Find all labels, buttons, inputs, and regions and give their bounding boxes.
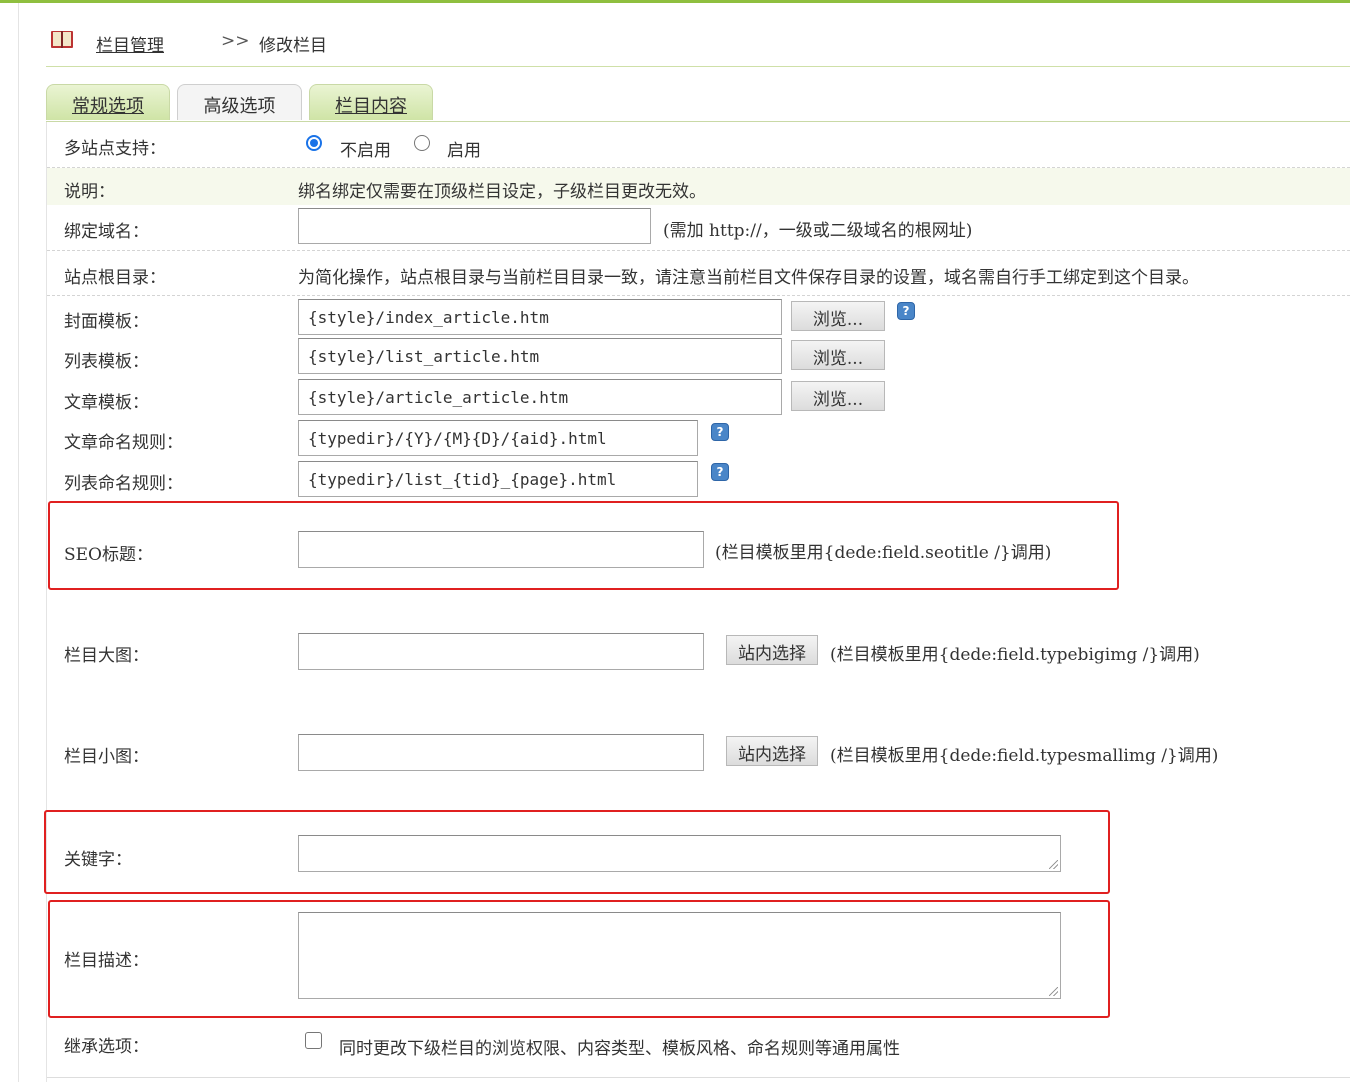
- form-left-border: [46, 122, 47, 1082]
- list-naming-label: 列表命名规则：: [64, 474, 183, 494]
- form-bottom-border: [47, 1077, 1350, 1078]
- big-image-label: 栏目大图：: [64, 646, 149, 666]
- index-template-browse-button[interactable]: 浏览...: [791, 301, 885, 331]
- root-dir-label: 站点根目录：: [64, 268, 166, 288]
- tab-general[interactable]: 常规选项: [46, 84, 170, 120]
- root-dir-text: 为简化操作，站点根目录与当前栏目目录一致，请注意当前栏目文件保存目录的设置，域名…: [298, 268, 1199, 288]
- highlight-box-seo-title: [48, 501, 1119, 590]
- highlight-box-keywords: [44, 810, 1110, 894]
- inherit-text: 同时更改下级栏目的浏览权限、内容类型、模板风格、命名规则等通用属性: [339, 1039, 900, 1059]
- help-icon[interactable]: ?: [711, 463, 729, 481]
- row-divider: [47, 250, 1350, 251]
- tab-advanced[interactable]: 高级选项: [177, 84, 302, 120]
- index-template-input[interactable]: {style}/index_article.htm: [298, 299, 782, 335]
- left-divider: [18, 3, 19, 1082]
- small-image-input[interactable]: [298, 734, 704, 771]
- big-image-input[interactable]: [298, 633, 704, 670]
- list-naming-input[interactable]: {typedir}/list_{tid}_{page}.html: [298, 461, 698, 497]
- help-icon[interactable]: ?: [711, 423, 729, 441]
- small-image-select-button[interactable]: 站内选择: [726, 736, 818, 766]
- breadcrumb: 栏目管理 >> 修改栏目: [50, 26, 1350, 60]
- note-text: 绑名绑定仅需要在顶级栏目设定，子级栏目更改无效。: [298, 182, 706, 202]
- breadcrumb-separator: >>: [221, 31, 250, 51]
- note-label: 说明：: [64, 182, 115, 202]
- multisite-disable-label: 不启用: [340, 141, 391, 161]
- small-image-hint: (栏目模板里用{dede:field.typesmallimg /}调用): [830, 746, 1219, 766]
- top-accent-bar: [0, 0, 1350, 3]
- breadcrumb-underline: [46, 66, 1350, 67]
- highlight-box-description: [48, 900, 1110, 1018]
- article-template-browse-button[interactable]: 浏览...: [791, 381, 885, 411]
- tab-content-label: 栏目内容: [335, 96, 407, 117]
- big-image-select-button[interactable]: 站内选择: [726, 635, 818, 665]
- inherit-checkbox[interactable]: [305, 1032, 322, 1049]
- small-image-label: 栏目小图：: [64, 747, 149, 767]
- list-template-input[interactable]: {style}/list_article.htm: [298, 338, 782, 374]
- inherit-label: 继承选项：: [64, 1037, 149, 1057]
- breadcrumb-current: 修改栏目: [259, 36, 327, 56]
- multisite-label: 多站点支持：: [64, 139, 166, 159]
- list-template-browse-button[interactable]: 浏览...: [791, 340, 885, 370]
- help-icon[interactable]: ?: [897, 302, 915, 320]
- multisite-enable-label: 启用: [447, 141, 481, 161]
- domain-label: 绑定域名：: [64, 222, 149, 242]
- tab-content[interactable]: 栏目内容: [309, 84, 433, 120]
- domain-hint: (需加 http://，一级或二级域名的根网址): [663, 221, 973, 241]
- multisite-disable-radio[interactable]: [306, 135, 322, 151]
- index-template-label: 封面模板：: [64, 312, 149, 332]
- row-divider: [47, 295, 1350, 296]
- breadcrumb-link-column-manage[interactable]: 栏目管理: [96, 31, 164, 56]
- domain-input[interactable]: [298, 208, 651, 244]
- article-template-input[interactable]: {style}/article_article.htm: [298, 379, 782, 415]
- tab-advanced-label: 高级选项: [203, 96, 276, 117]
- tab-general-label: 常规选项: [72, 96, 144, 117]
- list-template-label: 列表模板：: [64, 352, 149, 372]
- book-icon: [51, 31, 73, 48]
- big-image-hint: (栏目模板里用{dede:field.typebigimg /}调用): [830, 645, 1200, 665]
- tab-underline: [46, 121, 1350, 122]
- article-naming-input[interactable]: {typedir}/{Y}/{M}{D}/{aid}.html: [298, 420, 698, 456]
- article-template-label: 文章模板：: [64, 393, 149, 413]
- article-naming-label: 文章命名规则：: [64, 433, 183, 453]
- multisite-enable-radio[interactable]: [414, 135, 430, 151]
